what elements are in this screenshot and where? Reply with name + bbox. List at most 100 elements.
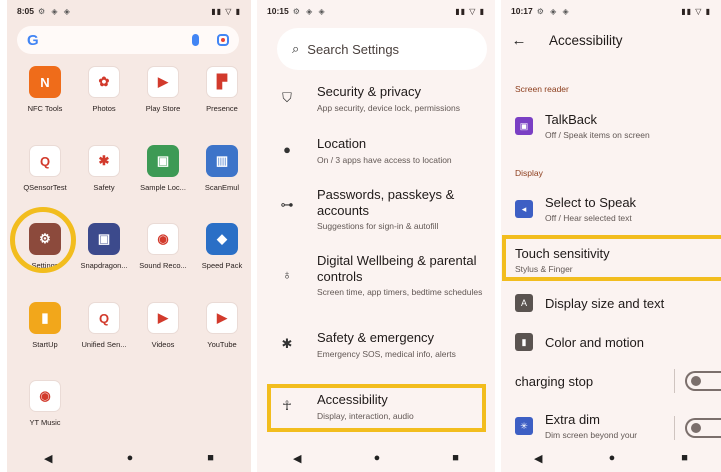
settings-item-location[interactable]: ● Location On / 3 apps have access to loc… — [257, 136, 495, 165]
home-icon[interactable]: ● — [609, 452, 616, 464]
app-qsensortest[interactable]: Q QSensorTest — [16, 145, 74, 192]
app-youtube[interactable]: ▶ YouTube — [193, 302, 251, 349]
item-title: Security & privacy — [317, 84, 422, 99]
app-icon: ▥ — [206, 145, 238, 177]
back-icon[interactable]: ◀ — [534, 452, 542, 465]
item-subtitle: Off / Hear selected text — [545, 213, 632, 223]
app-label: ScanEmul — [204, 183, 240, 192]
item-subtitle: App security, device lock, permissions — [317, 102, 460, 113]
navigation-bar: ◀ ● ■ — [257, 444, 495, 472]
app-icon: ◉ — [147, 223, 179, 255]
system-icons: ▮▮ ▽ ▮ — [211, 6, 241, 16]
shield-icon: ⛉ — [282, 90, 292, 105]
home-icon[interactable]: ● — [374, 452, 381, 464]
talkback-item[interactable]: ▣ TalkBack Off / Speak items on screen — [501, 112, 721, 140]
app-icon: ▮ — [29, 302, 61, 334]
app-icon: ✿ — [88, 66, 120, 98]
app-safety[interactable]: ✱ Safety — [75, 145, 133, 192]
text-size-icon: A — [515, 294, 533, 312]
app-startup[interactable]: ▮ StartUp — [16, 302, 74, 349]
app-icon: ▶ — [147, 302, 179, 334]
item-title: Select to Speak — [545, 195, 637, 210]
app-photos[interactable]: ✿ Photos — [75, 66, 133, 113]
highlight-box — [267, 384, 486, 432]
search-icon: ⌕ — [292, 41, 300, 56]
app-presence[interactable]: ▛ Presence — [193, 66, 251, 113]
item-subtitle: On / 3 apps have access to location — [317, 154, 452, 165]
back-arrow-icon[interactable]: ← — [501, 32, 537, 49]
app-play-store[interactable]: ▶ Play Store — [134, 66, 192, 113]
app-sample-loc[interactable]: ▣ Sample Loc... — [134, 145, 192, 192]
system-icons: ▮▮ ▽ ▮ — [681, 6, 711, 16]
wellbeing-icon: ♁ — [282, 267, 292, 282]
app-nfc-tools[interactable]: N NFC Tools — [16, 66, 74, 113]
talkback-icon: ▣ — [515, 117, 533, 135]
item-title: Color and motion — [545, 334, 644, 350]
item-subtitle: Off / Speak items on screen — [545, 130, 650, 140]
lens-icon[interactable] — [217, 34, 229, 46]
color-motion-item[interactable]: ▮ Color and motion — [501, 333, 721, 351]
app-icon: ✱ — [88, 145, 120, 177]
color-icon: ▮ — [515, 333, 533, 351]
app-label: Presence — [206, 104, 238, 113]
app-unified-sen[interactable]: Q Unified Sen... — [75, 302, 133, 349]
item-title: Safety & emergency — [317, 330, 435, 345]
item-title: Digital Wellbeing & parental controls — [317, 253, 477, 284]
app-label: Photos — [92, 104, 116, 113]
charging-stop-toggle[interactable] — [685, 371, 721, 391]
key-icon: ⊶ — [280, 197, 294, 212]
item-subtitle: Suggestions for sign-in & autofill — [317, 221, 439, 232]
select-to-speak-item[interactable]: ◂ Select to Speak Off / Hear selected tex… — [501, 195, 721, 223]
dim-icon: ✳ — [515, 417, 533, 435]
item-title: Location — [317, 136, 367, 151]
app-icon: ▣ — [147, 145, 179, 177]
display-size-item[interactable]: A Display size and text — [501, 294, 721, 312]
app-yt-music[interactable]: ◉ YT Music — [16, 380, 74, 427]
back-icon[interactable]: ◀ — [293, 452, 301, 465]
search-placeholder: Search Settings — [307, 41, 400, 57]
app-label: YouTube — [207, 340, 237, 349]
app-label: NFC Tools — [27, 104, 63, 113]
settings-item-passwords[interactable]: ⊶ Passwords, passkeys & accounts Suggesti… — [257, 187, 495, 232]
app-label: Speed Pack — [201, 261, 243, 270]
app-speed-pack[interactable]: ◆ Speed Pack — [193, 223, 251, 270]
recents-icon[interactable]: ■ — [452, 452, 459, 464]
charging-stop-item[interactable]: charging stop — [515, 374, 593, 389]
home-icon[interactable]: ● — [127, 452, 134, 464]
app-label: Snapdragon... — [80, 261, 128, 270]
extra-dim-toggle[interactable] — [685, 418, 721, 438]
item-title: Display size and text — [545, 295, 665, 311]
app-scanemul[interactable]: ▥ ScanEmul — [193, 145, 251, 192]
app-label: Sound Reco... — [139, 261, 187, 270]
recents-icon[interactable]: ■ — [681, 452, 688, 464]
app-snapdragon[interactable]: ▣ Snapdragon... — [75, 223, 133, 270]
settings-item-safety[interactable]: ✱ Safety & emergency Emergency SOS, medic… — [257, 330, 495, 359]
item-title: Extra dim — [545, 412, 600, 427]
app-videos[interactable]: ▶ Videos — [134, 302, 192, 349]
app-label: QSensorTest — [23, 183, 67, 192]
settings-item-digital-wellbeing[interactable]: ♁ Digital Wellbeing & parental controls S… — [257, 253, 495, 298]
app-label: Unified Sen... — [81, 340, 127, 349]
app-icon: ▶ — [147, 66, 179, 98]
item-subtitle: Screen time, app timers, bedtime schedul… — [317, 287, 483, 298]
settings-search-input[interactable]: ⌕ Search Settings — [277, 28, 487, 70]
divider — [674, 416, 675, 440]
app-bar: ← Accessibility — [501, 22, 721, 58]
notification-icons: ⚙ ◈ ◈ — [38, 6, 72, 16]
app-icon: N — [29, 66, 61, 98]
status-bar: 10:15 ⚙ ◈ ◈ ▮▮ ▽ ▮ — [257, 0, 495, 22]
divider — [674, 369, 675, 393]
app-label: Videos — [151, 340, 175, 349]
back-icon[interactable]: ◀ — [44, 452, 52, 465]
microphone-icon[interactable] — [192, 34, 199, 46]
status-bar: 8:05 ⚙ ◈ ◈ ▮▮ ▽ ▮ — [7, 0, 251, 22]
recents-icon[interactable]: ■ — [207, 452, 214, 464]
app-icon: ▣ — [88, 223, 120, 255]
google-search-bar[interactable]: G — [17, 26, 239, 54]
app-label: Play Store — [145, 104, 181, 113]
app-icon: ◉ — [29, 380, 61, 412]
app-sound-reco[interactable]: ◉ Sound Reco... — [134, 223, 192, 270]
item-subtitle: Dim screen beyond your — [545, 430, 638, 440]
app-icon: ▶ — [206, 302, 238, 334]
settings-item-security[interactable]: ⛉ Security & privacy App security, device… — [257, 84, 495, 113]
